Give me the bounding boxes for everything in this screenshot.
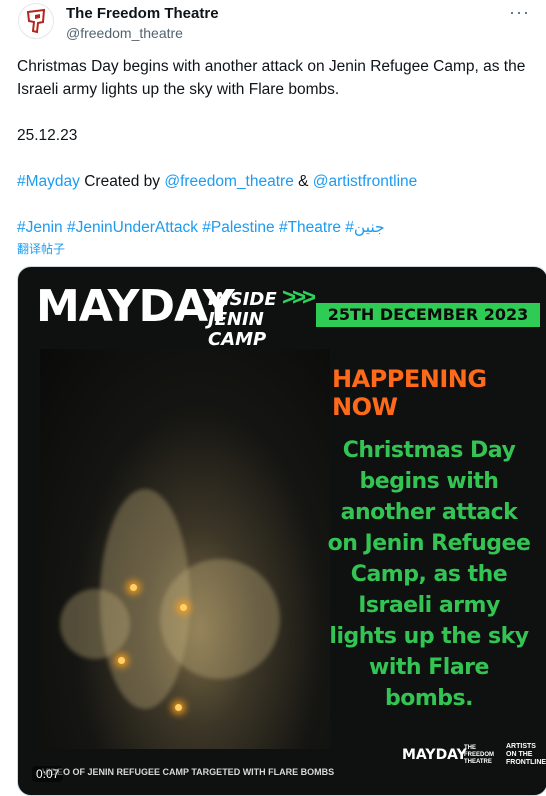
flare xyxy=(130,584,137,591)
translate-post-link[interactable]: 翻译帖子 xyxy=(17,240,65,257)
mention-artistfrontline[interactable]: @artistfrontline xyxy=(313,173,417,190)
flare xyxy=(175,704,182,711)
flare xyxy=(180,604,187,611)
freedom-theatre-logo: THE FREEDOM THEATRE xyxy=(464,745,494,765)
tweet-line: Christmas Day begins with another attack… xyxy=(17,58,526,98)
date-banner: 25TH DECEMBER 2023 xyxy=(316,303,540,327)
flare xyxy=(118,657,125,664)
video-timestamp: 0:07 xyxy=(32,766,64,782)
video-headline: Christmas Day begins with another attack… xyxy=(327,438,531,711)
created-by-text: Created by xyxy=(79,173,165,190)
tweet-header: The Freedom Theatre @freedom_theatre ··· xyxy=(0,0,546,50)
chevrons-icon: >>> xyxy=(282,284,316,311)
tweet-text: Christmas Day begins with another attack… xyxy=(17,55,532,239)
mayday-small-logo: MAYDAY xyxy=(402,747,467,763)
video-media[interactable]: MAYDAY INSIDE JENIN CAMP >>> 25TH DECEMB… xyxy=(17,266,546,796)
partner-logos: MAYDAY THE FREEDOM THEATRE ARTISTS ON TH… xyxy=(402,737,546,787)
freedom-theatre-logo-icon xyxy=(26,8,46,34)
hashtag-mayday[interactable]: #Mayday xyxy=(17,173,80,190)
tweet-credits: #Mayday Created by @freedom_theatre & @a… xyxy=(17,170,532,193)
smoke-trail xyxy=(160,559,280,679)
ampersand: & xyxy=(293,173,313,190)
hashtag-list[interactable]: #Jenin #JeninUnderAttack #Palestine #The… xyxy=(17,216,532,239)
video-frame[interactable] xyxy=(40,349,330,749)
author-handle[interactable]: @freedom_theatre xyxy=(66,25,183,41)
inside-jenin-camp-label: INSIDE JENIN CAMP xyxy=(208,289,277,350)
author-name[interactable]: The Freedom Theatre xyxy=(66,5,219,22)
artists-on-the-frontline-logo: ARTISTS ON THE FRONTLINE xyxy=(506,743,546,766)
smoke-trail xyxy=(60,589,130,659)
tweet-date: 25.12.23 xyxy=(17,127,78,144)
video-caption: VIDEO OF JENIN REFUGEE CAMP TARGETED WIT… xyxy=(42,767,335,777)
mayday-logo: MAYDAY xyxy=(36,281,235,332)
happening-now-label: HAPPENING NOW xyxy=(332,365,487,421)
more-options-icon[interactable]: ··· xyxy=(509,2,530,23)
mention-freedom-theatre[interactable]: @freedom_theatre xyxy=(164,173,293,190)
avatar[interactable] xyxy=(18,3,54,39)
